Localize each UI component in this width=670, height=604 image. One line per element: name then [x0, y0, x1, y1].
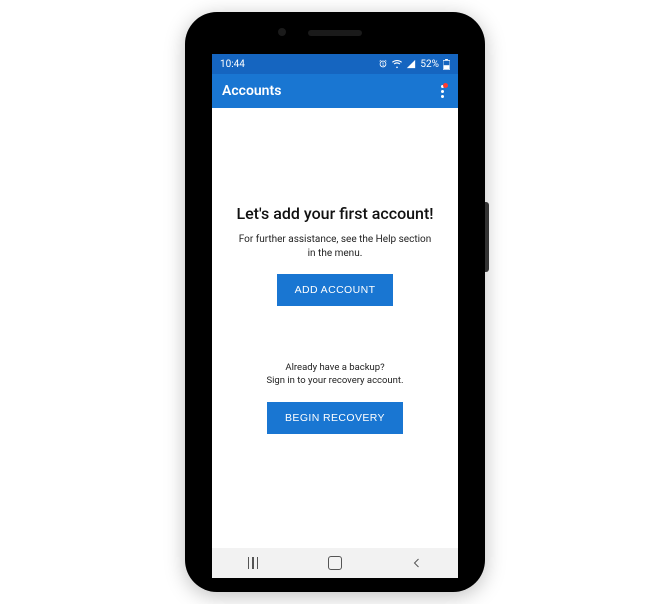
nav-back-button[interactable] [376, 557, 457, 569]
main-content: Let's add your first account! For furthe… [212, 108, 458, 548]
notification-badge-icon [443, 83, 448, 88]
device-camera [278, 28, 286, 36]
back-icon [411, 557, 423, 569]
recents-icon [248, 557, 259, 569]
page-title: Accounts [222, 83, 281, 99]
app-bar: Accounts [212, 74, 458, 108]
status-time: 10:44 [220, 59, 245, 70]
headline: Let's add your first account! [236, 204, 433, 223]
wifi-icon [392, 59, 402, 69]
app-viewport: 10:44 52% [212, 54, 458, 578]
begin-recovery-button[interactable]: BEGIN RECOVERY [267, 402, 403, 434]
signal-icon [406, 59, 416, 69]
home-icon [328, 556, 342, 570]
battery-text: 52% [420, 59, 439, 70]
recovery-text: Already have a backup? Sign in to your r… [266, 362, 403, 388]
phone-frame: 10:44 52% [185, 12, 485, 592]
battery-icon [443, 59, 450, 70]
device-screen: 10:44 52% [199, 54, 471, 578]
status-bar: 10:44 52% [212, 54, 458, 74]
overflow-menu-button[interactable] [437, 81, 448, 102]
device-speaker [308, 30, 362, 36]
help-text: For further assistance, see the Help sec… [239, 233, 432, 260]
add-account-button[interactable]: ADD ACCOUNT [277, 274, 394, 306]
nav-home-button[interactable] [294, 556, 375, 570]
alarm-icon [378, 59, 388, 69]
device-side-button [485, 202, 489, 272]
nav-recents-button[interactable] [212, 557, 293, 569]
nav-bar [212, 548, 458, 578]
